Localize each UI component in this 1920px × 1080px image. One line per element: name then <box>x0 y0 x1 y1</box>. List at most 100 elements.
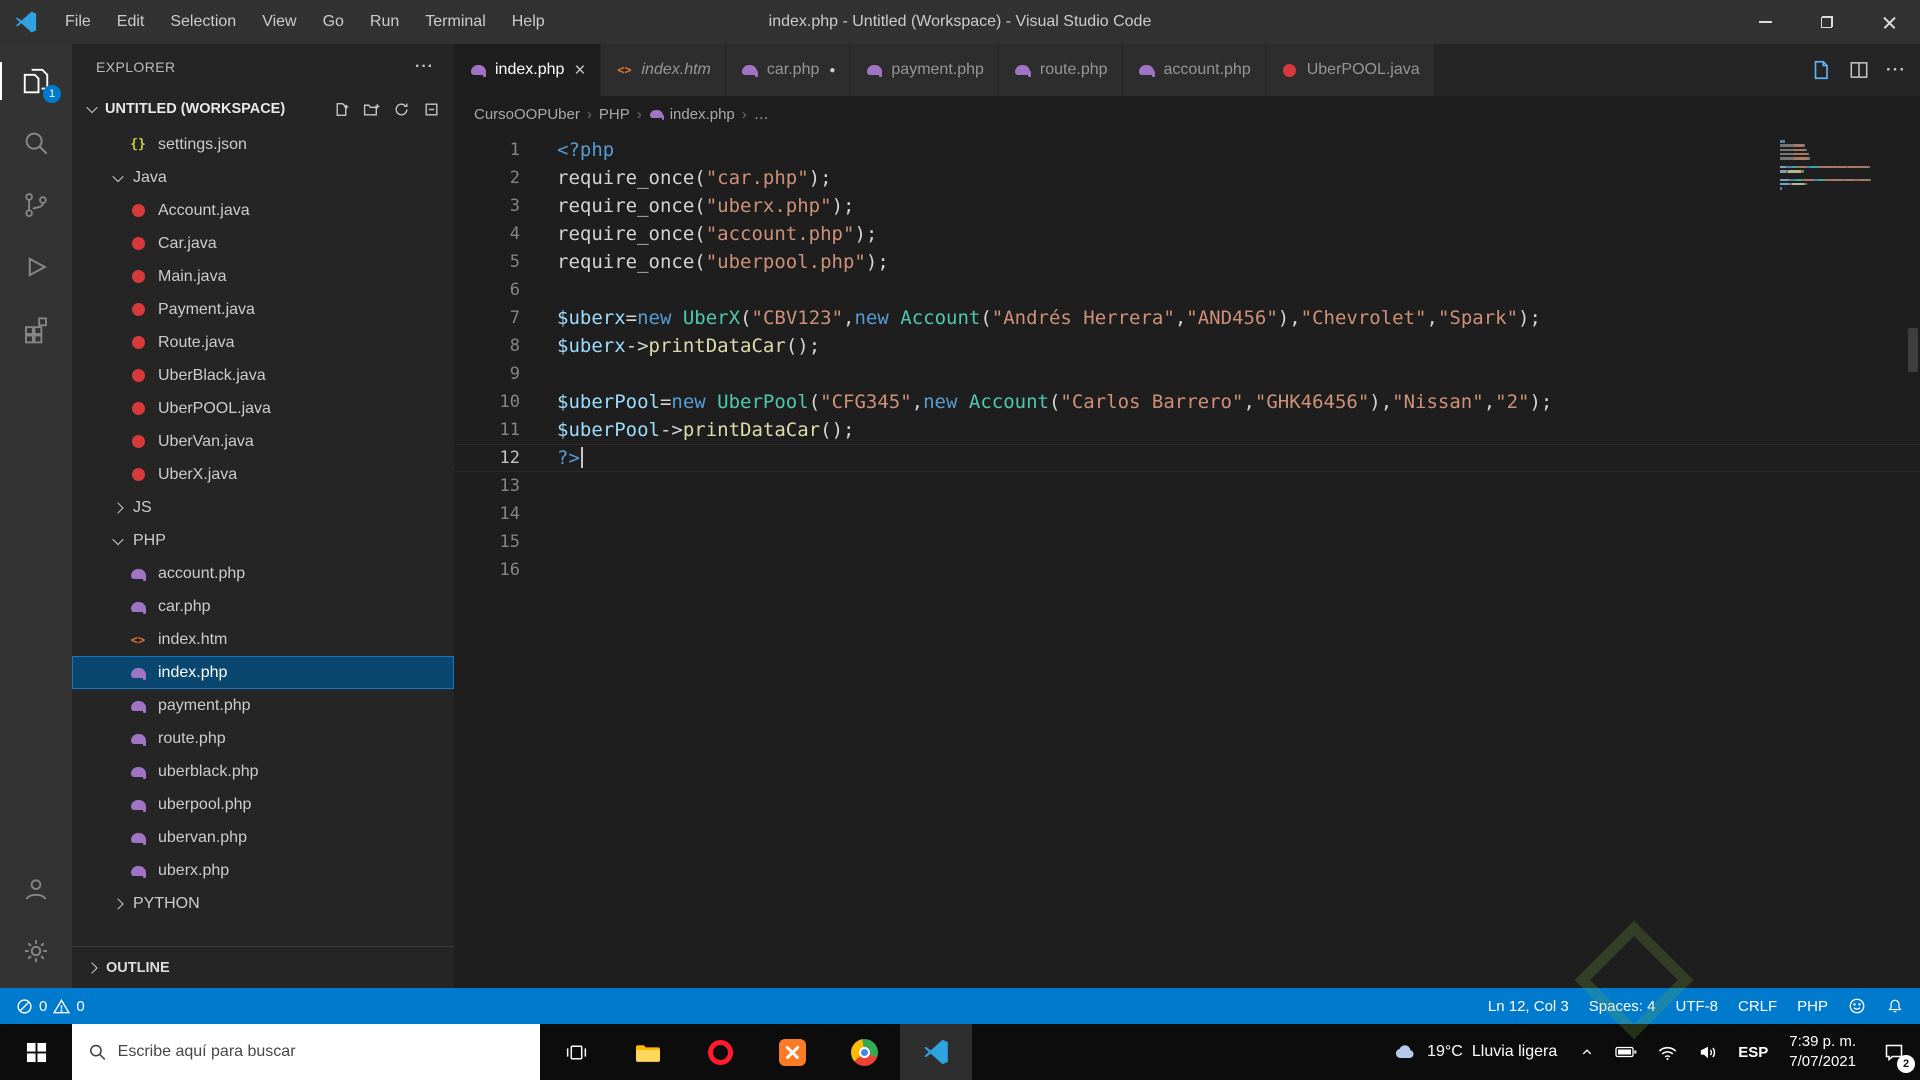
open-preview-icon[interactable] <box>1810 59 1832 81</box>
feedback-button[interactable] <box>1838 988 1876 1024</box>
outline-label: OUTLINE <box>106 959 170 976</box>
line-number: 6 <box>509 280 520 300</box>
breadcrumb-item-cursooopuber[interactable]: CursoOOPUber <box>474 106 580 123</box>
tree-file-uberpool-java[interactable]: UberPOOL.java <box>72 392 454 425</box>
explorer-button[interactable]: 1 <box>0 50 72 112</box>
run-debug-button[interactable] <box>0 236 72 298</box>
language-mode[interactable]: PHP <box>1787 988 1838 1024</box>
tab-account-php[interactable]: account.php <box>1122 44 1266 96</box>
network-indicator[interactable] <box>1647 1024 1688 1080</box>
code-text: require_once("account.php"); <box>557 223 878 245</box>
tree-file-index-htm[interactable]: <> index.htm <box>72 623 454 656</box>
tree-file-main-java[interactable]: Main.java <box>72 260 454 293</box>
close-button[interactable] <box>1858 0 1920 44</box>
tree-folder-python[interactable]: PYTHON <box>72 887 454 920</box>
indentation[interactable]: Spaces: 4 <box>1579 988 1666 1024</box>
tree-file-uberpool-php[interactable]: uberpool.php <box>72 788 454 821</box>
tree-folder-php[interactable]: PHP <box>72 524 454 557</box>
tab-car-php[interactable]: car.php ● <box>725 44 851 96</box>
more-actions-icon[interactable]: ··· <box>1886 60 1906 80</box>
restore-button[interactable] <box>1796 0 1858 44</box>
breadcrumb-label: … <box>753 105 769 123</box>
breadcrumb-item-index-php[interactable]: index.php <box>649 106 735 123</box>
tab-index-php[interactable]: index.php × <box>454 44 601 96</box>
menu-edit[interactable]: Edit <box>104 0 158 44</box>
collapse-all-icon[interactable] <box>423 101 440 118</box>
settings-button[interactable] <box>0 920 72 982</box>
tree-file-uberx-java[interactable]: UberX.java <box>72 458 454 491</box>
minimap[interactable] <box>1780 140 1900 209</box>
more-actions-icon[interactable]: ··· <box>415 58 434 76</box>
tab-index-htm[interactable]: <> index.htm <box>600 44 726 96</box>
tab-payment-php[interactable]: payment.php <box>850 44 999 96</box>
workspace-header[interactable]: UNTITLED (WORKSPACE) <box>72 90 454 128</box>
breadcrumb-item-[interactable]: … <box>754 106 769 123</box>
clock[interactable]: 7:39 p. m. 7/07/2021 <box>1777 1032 1868 1073</box>
menu-file[interactable]: File <box>52 0 104 44</box>
close-icon[interactable]: × <box>574 61 585 80</box>
account-button[interactable] <box>0 858 72 920</box>
breadcrumb-item-php[interactable]: PHP <box>599 106 630 123</box>
weather-widget[interactable]: 19°C Lluvia ligera <box>1380 1040 1569 1064</box>
eol-sequence[interactable]: CRLF <box>1728 988 1787 1024</box>
battery-indicator[interactable] <box>1605 1024 1647 1080</box>
language-indicator[interactable]: ESP <box>1729 1024 1777 1080</box>
tree-folder-java[interactable]: Java <box>72 161 454 194</box>
action-center-button[interactable]: 2 <box>1868 1024 1920 1080</box>
start-button[interactable] <box>0 1024 72 1080</box>
tab-route-php[interactable]: route.php <box>998 44 1123 96</box>
tree-file-ubervan-php[interactable]: ubervan.php <box>72 821 454 854</box>
tree-file-route-java[interactable]: Route.java <box>72 326 454 359</box>
taskbar-search[interactable] <box>72 1024 540 1080</box>
menu-run[interactable]: Run <box>357 0 412 44</box>
split-editor-icon[interactable] <box>1848 59 1870 81</box>
scrollbar-thumb[interactable] <box>1908 328 1918 372</box>
volume-indicator[interactable] <box>1688 1024 1729 1080</box>
task-view-button[interactable] <box>540 1024 612 1080</box>
php-file-icon <box>468 60 488 80</box>
tree-file-account-php[interactable]: account.php <box>72 557 454 590</box>
tree-folder-js[interactable]: JS <box>72 491 454 524</box>
menu-go[interactable]: Go <box>310 0 357 44</box>
opera-button[interactable] <box>684 1024 756 1080</box>
notifications-button[interactable] <box>1876 988 1914 1024</box>
problems-indicator[interactable]: 0 0 <box>6 988 95 1024</box>
chrome-button[interactable] <box>828 1024 900 1080</box>
outline-section[interactable]: OUTLINE <box>72 946 454 988</box>
extensions-button[interactable] <box>0 298 72 360</box>
cursor-position[interactable]: Ln 12, Col 3 <box>1478 988 1579 1024</box>
tree-file-ubervan-java[interactable]: UberVan.java <box>72 425 454 458</box>
encoding[interactable]: UTF-8 <box>1665 988 1728 1024</box>
file-explorer-button[interactable] <box>612 1024 684 1080</box>
search-input[interactable] <box>117 1043 524 1061</box>
search-button[interactable] <box>0 112 72 174</box>
tray-expand-button[interactable] <box>1569 1024 1605 1080</box>
tree-file-car-php[interactable]: car.php <box>72 590 454 623</box>
new-file-icon[interactable] <box>333 101 350 118</box>
tree-file-uberblack-java[interactable]: UberBlack.java <box>72 359 454 392</box>
code-editor[interactable]: 1 <?php 2 require_once("car.php"); 3 require_… <box>454 132 1920 988</box>
tab-uberpool-java[interactable]: UberPOOL.java <box>1265 44 1435 96</box>
minimize-button[interactable] <box>1734 0 1796 44</box>
menu-selection[interactable]: Selection <box>157 0 249 44</box>
tree-file-payment-java[interactable]: Payment.java <box>72 293 454 326</box>
tree-file-account-java[interactable]: Account.java <box>72 194 454 227</box>
menu-view[interactable]: View <box>249 0 309 44</box>
tree-file-car-java[interactable]: Car.java <box>72 227 454 260</box>
menu-terminal[interactable]: Terminal <box>412 0 498 44</box>
refresh-icon[interactable] <box>393 101 410 118</box>
java-file-icon <box>128 267 148 287</box>
tree-file-uberblack-php[interactable]: uberblack.php <box>72 755 454 788</box>
vscode-button[interactable] <box>900 1024 972 1080</box>
tree-file-uberx-php[interactable]: uberx.php <box>72 854 454 887</box>
line-number: 10 <box>499 392 520 412</box>
menu-help[interactable]: Help <box>499 0 558 44</box>
new-folder-icon[interactable] <box>363 101 380 118</box>
tree-file-index-php[interactable]: index.php <box>72 656 454 689</box>
xampp-button[interactable] <box>756 1024 828 1080</box>
tree-file-settings-json[interactable]: {} settings.json <box>72 128 454 161</box>
tree-file-payment-php[interactable]: payment.php <box>72 689 454 722</box>
search-icon <box>90 1044 106 1060</box>
tree-file-route-php[interactable]: route.php <box>72 722 454 755</box>
source-control-button[interactable] <box>0 174 72 236</box>
